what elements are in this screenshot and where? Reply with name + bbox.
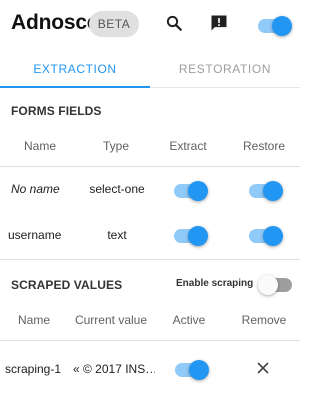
table-divider xyxy=(0,340,300,341)
forms-fields-title: FORMS FIELDS xyxy=(11,104,102,118)
toggle-knob xyxy=(188,226,208,246)
column-header-restore: Restore xyxy=(242,139,286,153)
field-name: No name xyxy=(11,182,60,196)
enable-scraping-toggle[interactable] xyxy=(258,275,294,295)
extract-toggle[interactable] xyxy=(172,181,208,201)
scraped-values-title: SCRAPED VALUES xyxy=(11,278,123,292)
scraped-current-value: « © 2017 INS… xyxy=(73,362,155,376)
toggle-knob xyxy=(188,181,208,201)
column-header-active: Active xyxy=(172,313,206,327)
beta-badge: BETA xyxy=(89,11,139,37)
field-type: text xyxy=(107,228,127,242)
toggle-knob xyxy=(258,275,278,295)
column-header-extract: Extract xyxy=(169,139,207,153)
column-header-type: Type xyxy=(102,139,129,153)
enable-scraping-label: Enable scraping xyxy=(176,278,254,289)
column-header-remove: Remove xyxy=(241,313,287,327)
field-type: select-one xyxy=(89,182,145,196)
toggle-knob xyxy=(189,360,209,380)
table-divider xyxy=(0,166,300,167)
column-header-current-value: Current value xyxy=(74,313,148,327)
active-toggle[interactable] xyxy=(173,360,209,380)
section-divider xyxy=(0,259,300,260)
extract-toggle[interactable] xyxy=(172,226,208,246)
app-header: Adnosco BETA xyxy=(0,0,300,50)
field-name: username xyxy=(8,228,62,242)
app-title: Adnosco xyxy=(11,11,100,34)
search-icon[interactable] xyxy=(163,12,185,34)
toggle-knob xyxy=(272,16,292,36)
restore-toggle[interactable] xyxy=(247,226,283,246)
scraped-name: scraping-1 xyxy=(5,362,62,376)
close-icon[interactable] xyxy=(255,360,271,376)
active-tab-indicator xyxy=(0,86,150,88)
feedback-icon[interactable] xyxy=(208,12,230,34)
toggle-knob xyxy=(263,181,283,201)
column-header-name: Name xyxy=(23,139,56,153)
restore-toggle[interactable] xyxy=(247,181,283,201)
main-enable-toggle[interactable] xyxy=(256,16,292,36)
tab-restoration[interactable]: RESTORATION xyxy=(150,50,300,88)
tab-bar: EXTRACTION RESTORATION xyxy=(0,50,300,88)
tab-extraction[interactable]: EXTRACTION xyxy=(0,50,150,88)
toggle-knob xyxy=(263,226,283,246)
column-header-name: Name xyxy=(17,313,50,327)
